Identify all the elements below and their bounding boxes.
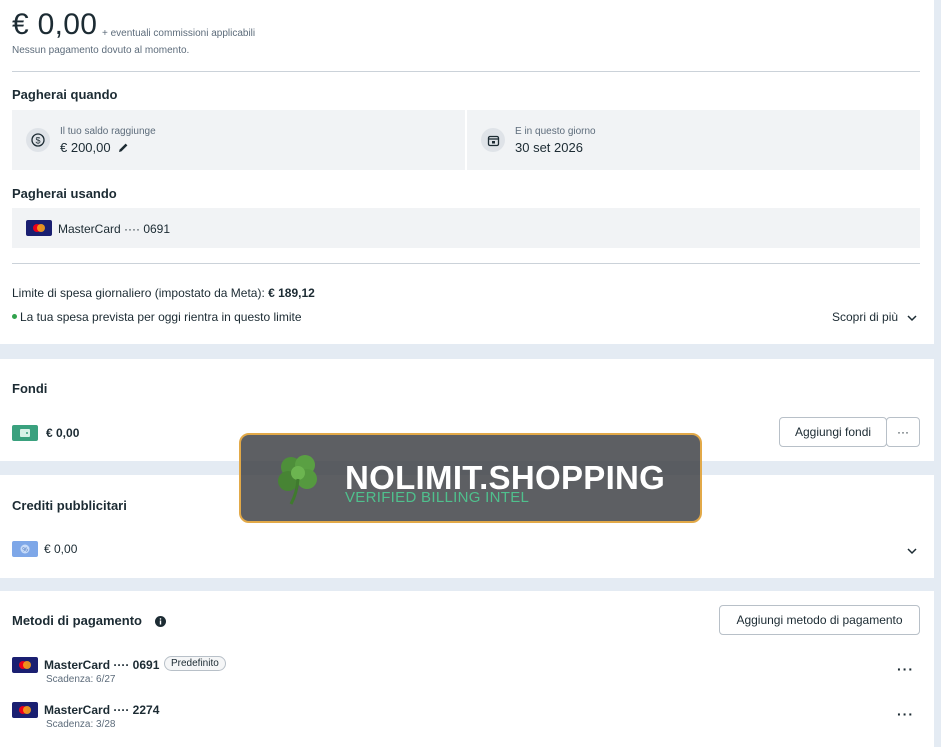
ad-credits-value: € 0,00 [44,542,78,556]
chevron-down-icon[interactable] [906,311,918,329]
clover-logo-icon [271,449,327,514]
edit-pencil-icon[interactable] [118,140,129,158]
payment-method-name: MasterCard ···· 0691 [44,658,160,672]
mastercard-icon [12,702,38,718]
payment-card-text: MasterCard ···· 0691 [58,222,171,236]
billing-summary-card: € 0,00 + eventuali commissioni applicabi… [0,0,934,344]
payment-method-name: MasterCard ···· 2274 [44,703,160,717]
watermark-overlay: NOLIMIT.SHOPPING VERIFIED BILLING INTEL [239,433,702,523]
calendar-icon [481,128,505,152]
divider [12,263,920,264]
date-value: 30 set 2026 [515,140,583,155]
payment-method-expiry: Scadenza: 3/28 [46,719,116,730]
funds-heading: Fondi [12,381,48,396]
wallet-icon [12,425,38,446]
payment-method-more-button[interactable]: ··· [897,706,914,722]
funds-value: € 0,00 [46,426,80,440]
daily-limit-label: Limite di spesa giornaliero (impostato d… [12,286,269,300]
svg-text:%: % [22,548,28,554]
threshold-panel: $ Il tuo saldo raggiunge € 200,00 [12,110,465,170]
add-funds-button[interactable]: Aggiungi fondi [779,417,887,447]
status-dot-icon [12,314,17,319]
balance-amount: € 0,00 [12,8,98,41]
dollar-circle-icon: $ [26,128,50,152]
daily-limit-status: La tua spesa prevista per oggi rientra i… [20,310,302,324]
learn-more-link[interactable]: Scopri di più [832,310,898,324]
payment-card-panel: MasterCard ···· 0691 [12,208,920,248]
info-icon[interactable] [155,614,166,632]
mastercard-icon [26,220,52,236]
mastercard-icon [12,657,38,673]
threshold-value: € 200,00 [60,140,111,155]
default-badge: Predefinito [164,656,226,671]
date-label: E in questo giorno [515,126,596,137]
ad-credits-heading: Crediti pubblicitari [12,498,127,513]
daily-limit-text: Limite di spesa giornaliero (impostato d… [12,286,315,300]
payment-method-expiry: Scadenza: 6/27 [46,674,116,685]
svg-text:$: $ [35,136,40,146]
coupon-icon: % [12,541,38,562]
no-payment-due-text: Nessun pagamento dovuto al momento. [12,45,190,56]
fees-note: + eventuali commissioni applicabili [102,28,256,39]
threshold-label: Il tuo saldo raggiunge [60,126,156,137]
watermark-subtitle: VERIFIED BILLING INTEL [345,489,530,506]
date-panel: E in questo giorno 30 set 2026 [467,110,920,170]
divider [12,71,920,72]
pay-when-heading: Pagherai quando [12,87,118,102]
funds-more-button[interactable]: ··· [886,417,920,447]
pay-using-heading: Pagherai usando [12,186,117,201]
payment-methods-heading: Metodi di pagamento [12,613,142,628]
payment-methods-card: Metodi di pagamento Aggiungi metodo di p… [0,591,934,747]
payment-method-more-button[interactable]: ··· [897,661,914,677]
chevron-down-icon[interactable] [906,544,918,562]
daily-limit-amount: € 189,12 [268,286,315,300]
add-payment-method-button[interactable]: Aggiungi metodo di pagamento [719,605,920,635]
